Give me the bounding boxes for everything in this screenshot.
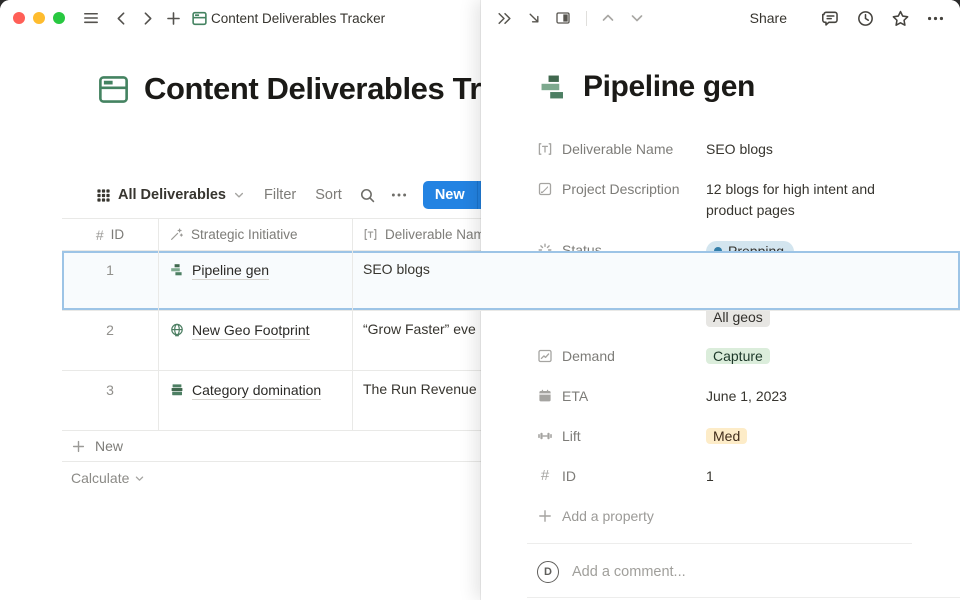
- property-list: Deliverable Name SEO blogs Project Descr…: [537, 132, 932, 583]
- hash-icon: #: [537, 466, 553, 486]
- bars-chart-icon[interactable]: [537, 71, 570, 104]
- plus-icon: [71, 439, 86, 454]
- avatar: D: [537, 561, 559, 583]
- text-icon: [363, 227, 378, 242]
- page-link[interactable]: Category domination: [192, 381, 321, 400]
- column-header-initiative[interactable]: Strategic Initiative: [158, 219, 353, 250]
- doc-table-icon: [191, 10, 208, 27]
- titlebar-doc-title[interactable]: Content Deliverables Tracker: [211, 11, 385, 26]
- property-value[interactable]: 12 blogs for high intent and product pag…: [706, 179, 896, 221]
- zoom-window-button[interactable]: [53, 12, 65, 24]
- next-record-icon[interactable]: [629, 10, 645, 26]
- property-demand[interactable]: Demand Capture: [537, 339, 932, 374]
- close-peek-icon[interactable]: [496, 10, 513, 27]
- expand-page-icon[interactable]: [526, 10, 542, 26]
- peek-page-title[interactable]: Pipeline gen: [583, 70, 755, 104]
- peek-title-row: Pipeline gen: [537, 70, 755, 104]
- favorite-star-icon[interactable]: [891, 9, 910, 28]
- trend-chart-icon: [537, 348, 553, 364]
- cell-id[interactable]: 1: [62, 251, 158, 310]
- view-switcher[interactable]: All Deliverables: [96, 187, 245, 203]
- wand-icon: [169, 227, 184, 242]
- search-icon[interactable]: [359, 187, 376, 204]
- nav-back-icon[interactable]: [113, 10, 130, 27]
- table-row[interactable]: 1 Pipeline gen SEO blogs: [62, 251, 960, 311]
- globe-icon: [169, 322, 185, 338]
- nav-forward-icon[interactable]: [139, 10, 156, 27]
- cell-id[interactable]: 2: [62, 311, 158, 370]
- chevron-down-icon: [233, 189, 245, 201]
- cell-deliverable[interactable]: SEO blogs: [353, 251, 960, 310]
- cell-initiative[interactable]: New Geo Footprint: [158, 311, 353, 370]
- property-lift[interactable]: Lift Med: [537, 419, 932, 454]
- demand-tag[interactable]: Capture: [706, 348, 770, 364]
- view-toolbar: All Deliverables Filter Sort New: [96, 180, 503, 210]
- minimize-window-button[interactable]: [33, 12, 45, 24]
- page-link[interactable]: New Geo Footprint: [192, 321, 310, 340]
- page-table-icon: [96, 72, 131, 107]
- plus-icon: [537, 508, 553, 524]
- new-tab-icon[interactable]: [165, 10, 182, 27]
- page-link[interactable]: Pipeline gen: [192, 261, 269, 280]
- property-eta[interactable]: ETA June 1, 2023: [537, 379, 932, 414]
- text-icon: [537, 141, 553, 157]
- calendar-icon: [537, 388, 553, 404]
- view-name: All Deliverables: [118, 187, 226, 203]
- sort-button[interactable]: Sort: [315, 187, 342, 203]
- notion-window: Content Deliverables Tracker Content Del…: [0, 0, 960, 600]
- comments-icon[interactable]: [821, 9, 840, 28]
- lift-tag[interactable]: Med: [706, 428, 747, 444]
- property-value[interactable]: June 1, 2023: [706, 386, 932, 407]
- sidebar-toggle-icon[interactable]: [82, 9, 100, 27]
- calculate-button[interactable]: Calculate: [62, 462, 145, 494]
- more-options-icon[interactable]: [390, 186, 408, 204]
- hash-icon: #: [96, 227, 104, 243]
- edit-pencil-icon: [537, 181, 553, 197]
- chevron-down-icon: [134, 473, 145, 484]
- peek-toolbar: Share: [481, 0, 960, 36]
- table-view-icon: [96, 188, 111, 203]
- filter-button[interactable]: Filter: [264, 187, 296, 203]
- property-value[interactable]: SEO blogs: [706, 139, 932, 160]
- side-peek-mode-icon[interactable]: [555, 10, 571, 26]
- new-record-button[interactable]: New: [423, 181, 477, 209]
- window-controls: [13, 12, 65, 24]
- share-button[interactable]: Share: [750, 10, 787, 26]
- toolbar-divider: [586, 11, 587, 26]
- divider: [527, 597, 960, 598]
- books-icon: [169, 382, 185, 398]
- previous-record-icon[interactable]: [600, 10, 616, 26]
- updates-history-icon[interactable]: [856, 9, 875, 28]
- property-project-description[interactable]: Project Description 12 blogs for high in…: [537, 172, 932, 228]
- property-id[interactable]: # ID 1: [537, 459, 932, 494]
- property-value[interactable]: 1: [706, 466, 932, 487]
- comment-composer[interactable]: D Add a comment...: [537, 561, 932, 583]
- property-deliverable-name[interactable]: Deliverable Name SEO blogs: [537, 132, 932, 167]
- add-property-button[interactable]: Add a property: [537, 499, 932, 533]
- column-header-id[interactable]: # ID: [62, 219, 158, 250]
- cell-initiative[interactable]: Pipeline gen: [158, 251, 353, 310]
- close-window-button[interactable]: [13, 12, 25, 24]
- cell-id[interactable]: 3: [62, 371, 158, 430]
- page-options-icon[interactable]: [926, 9, 945, 28]
- bars-chart-icon: [169, 262, 185, 278]
- comment-input[interactable]: Add a comment...: [572, 564, 686, 580]
- cell-initiative[interactable]: Category domination: [158, 371, 353, 430]
- divider: [527, 543, 912, 544]
- dumbbell-icon: [537, 428, 553, 444]
